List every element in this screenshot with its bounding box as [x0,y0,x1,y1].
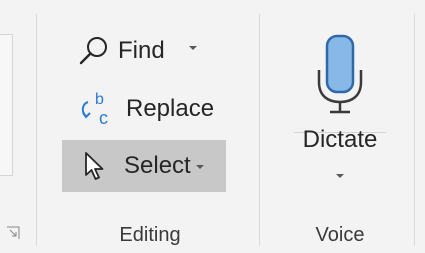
group-divider [36,14,37,246]
select-button[interactable]: Select [62,140,226,192]
svg-text:c: c [99,108,108,128]
replace-button[interactable]: b c Replace [78,86,214,132]
dictate-button[interactable]: Dictate [272,22,408,198]
previous-group-edge [0,34,13,176]
chevron-down-icon[interactable] [188,46,197,50]
replace-label: Replace [126,95,215,122]
replace-icon: b c [81,91,108,128]
cursor-icon [85,152,104,180]
select-label: Select [124,152,191,179]
ribbon: Find b c Replace Select Editing Dictate … [0,0,425,253]
microphone-icon [317,34,363,114]
group-divider [259,14,260,246]
voice-group-label: Voice [315,224,365,246]
magnifier-icon [79,37,107,65]
chevron-down-icon[interactable] [336,174,344,178]
chevron-down-icon[interactable] [195,165,204,169]
group-divider [414,14,415,246]
dialog-launcher-icon[interactable] [6,226,20,240]
find-button[interactable]: Find [78,28,197,74]
editing-group-label: Editing [119,224,181,246]
svg-text:b: b [95,91,104,108]
find-label: Find [118,37,165,64]
dictate-label: Dictate [302,126,378,153]
